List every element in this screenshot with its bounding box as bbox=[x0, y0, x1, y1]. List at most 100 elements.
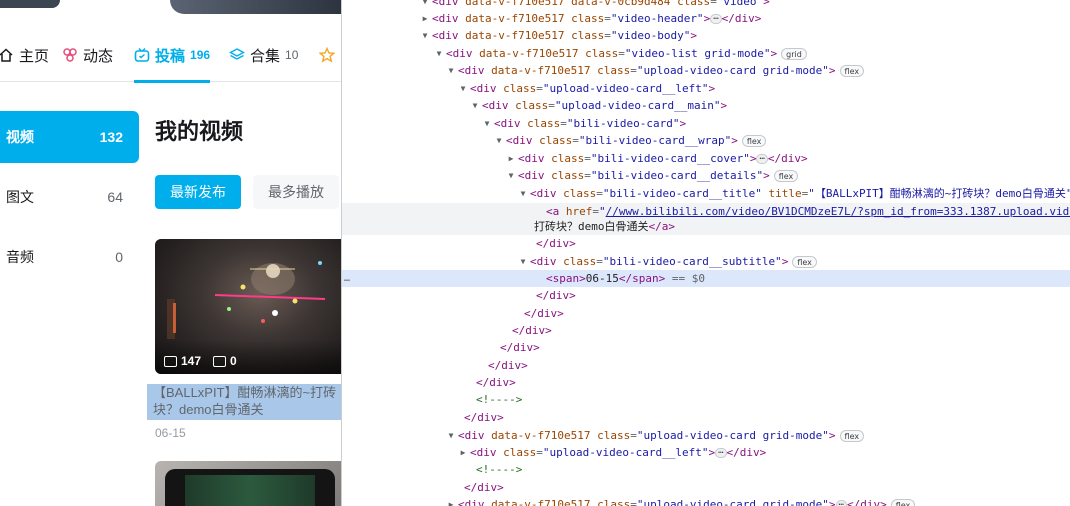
dom-node-line[interactable]: <!----> bbox=[342, 391, 1070, 408]
expand-arrow-icon[interactable]: ▼ bbox=[446, 427, 456, 444]
dom-node-line[interactable]: ▼ <div data-v-f710e517 class="upload-vide… bbox=[342, 427, 1070, 444]
layout-badge[interactable]: flex bbox=[792, 256, 817, 268]
dom-node-line[interactable]: </div> bbox=[342, 322, 1070, 339]
collapsed-ellipsis[interactable]: … bbox=[835, 499, 847, 506]
tab-uploads[interactable]: 投稿 196 bbox=[134, 28, 211, 83]
dom-node-text: </div> bbox=[464, 481, 504, 494]
dom-node-line[interactable]: ▼ <div data-v-f710e517 data-v-0cb9d484 cl… bbox=[342, 0, 1070, 10]
dom-node-line[interactable]: ▼ <div data-v-f710e517 class="video-body"… bbox=[342, 27, 1070, 44]
sidebar-item-label: 音频 bbox=[6, 249, 34, 265]
dom-node-line[interactable]: </div> bbox=[342, 479, 1070, 496]
tab-home[interactable]: 主页 bbox=[0, 28, 49, 82]
collapsed-ellipsis[interactable]: … bbox=[756, 153, 768, 164]
sidebar-item-video[interactable]: 视频 132 bbox=[0, 111, 139, 163]
dom-node-line[interactable]: </div> bbox=[342, 235, 1070, 252]
sidebar-item-article[interactable]: 图文 64 bbox=[0, 171, 139, 223]
dom-node-line[interactable]: ▼ <div class="bili-video-card__title" tit… bbox=[342, 185, 1070, 202]
layout-badge[interactable]: flex bbox=[741, 135, 767, 147]
dom-node-text: 打砖块？demo白骨通关</a> bbox=[534, 220, 675, 233]
dom-node-text: <div class="upload-video-card__left"> bbox=[470, 82, 716, 95]
expand-arrow-icon[interactable]: ▼ bbox=[494, 132, 504, 149]
dom-node-line[interactable]: ▶ <div class="bili-video-card__cover">… </… bbox=[342, 150, 1070, 167]
dom-node-line[interactable]: ▼ <div class="upload-video-card__main"> bbox=[342, 97, 1070, 114]
expand-arrow-icon[interactable]: ▼ bbox=[518, 185, 528, 202]
dom-node-text: </div> bbox=[488, 359, 528, 372]
dom-node-line[interactable]: </div> bbox=[342, 409, 1070, 426]
dom-node-line[interactable]: ▼ <div class="bili-video-card"> bbox=[342, 115, 1070, 132]
tab-label: 动态 bbox=[83, 47, 114, 65]
dom-node-text: <div data-v-f710e517 class="upload-video… bbox=[458, 496, 916, 506]
collapse-arrow-icon[interactable]: ▶ bbox=[458, 444, 468, 461]
dom-node-selected[interactable]: … <span>06-15</span> == $0 bbox=[342, 270, 1070, 287]
phone-screen-image bbox=[185, 475, 315, 506]
expand-arrow-icon[interactable]: ▼ bbox=[420, 0, 430, 10]
expand-arrow-icon[interactable]: ▼ bbox=[446, 62, 456, 79]
avatar-edge bbox=[0, 0, 60, 8]
dom-node-line[interactable]: ▼ <div data-v-f710e517 class="video-list … bbox=[342, 45, 1070, 62]
collapsed-ellipsis[interactable]: … bbox=[710, 13, 722, 24]
dom-node-text: <div data-v-f710e517 data-v-0cb9d484 cla… bbox=[432, 0, 770, 8]
dom-node-line[interactable]: ▼ <div class="bili-video-card__wrap"> flex bbox=[342, 132, 1070, 149]
expand-arrow-icon[interactable]: ▼ bbox=[518, 253, 528, 270]
expand-arrow-icon[interactable]: ▼ bbox=[506, 167, 516, 184]
collapse-arrow-icon[interactable]: ▶ bbox=[506, 150, 516, 167]
tab-label: 主页 bbox=[19, 47, 50, 65]
dom-node-text: <!----> bbox=[476, 463, 523, 476]
bilibili-profile-page: 主页 动态 投稿 196 合集 10 视频 132 图文 64 音频 0 我的视… bbox=[0, 0, 341, 506]
expand-arrow-icon[interactable]: ▼ bbox=[420, 27, 430, 44]
more-options-icon[interactable]: … bbox=[344, 270, 350, 287]
dom-node-text: </div> bbox=[536, 289, 576, 302]
page-title: 我的视频 bbox=[155, 119, 244, 144]
video-cover[interactable]: 147 0 bbox=[155, 239, 341, 374]
expand-arrow-icon[interactable]: ▼ bbox=[482, 115, 492, 132]
dom-node-text: <div data-v-f710e517 class="video-body"> bbox=[432, 29, 697, 42]
video-cover-2[interactable] bbox=[155, 461, 341, 506]
dom-node-line[interactable]: </div> bbox=[342, 339, 1070, 356]
layout-badge[interactable]: flex bbox=[839, 430, 865, 442]
dom-node-text: <div data-v-f710e517 class="upload-video… bbox=[458, 427, 865, 444]
dom-node-text: </div> bbox=[476, 376, 516, 389]
dom-node-line[interactable]: </div> bbox=[342, 305, 1070, 322]
dom-node-text: <div class="bili-video-card__details"> fl… bbox=[518, 167, 799, 184]
dom-node-line[interactable]: ▶ <div class="upload-video-card__left">… <… bbox=[342, 444, 1070, 461]
dom-node-text: </div> bbox=[524, 307, 564, 320]
dom-node-line[interactable]: ▼ <div data-v-f710e517 class="upload-vide… bbox=[342, 62, 1070, 79]
dom-node-line[interactable]: 打砖块？demo白骨通关</a> bbox=[342, 218, 1070, 235]
comment-count: 0 bbox=[213, 354, 237, 368]
layout-badge[interactable]: grid bbox=[781, 48, 807, 60]
expand-arrow-icon[interactable]: ▼ bbox=[458, 80, 468, 97]
layout-badge[interactable]: flex bbox=[773, 170, 799, 182]
dom-node-line[interactable]: ▼ <div class="upload-video-card__left"> bbox=[342, 80, 1070, 97]
tab-count: 196 bbox=[190, 48, 211, 62]
collapse-arrow-icon[interactable]: ▶ bbox=[420, 10, 430, 27]
dom-node-line[interactable]: </div> bbox=[342, 287, 1070, 304]
sort-latest-button[interactable]: 最新发布 bbox=[155, 175, 241, 209]
tab-favorites[interactable] bbox=[319, 28, 340, 82]
dom-node-line[interactable]: ▼ <div class="bili-video-card__subtitle">… bbox=[342, 253, 1070, 270]
dom-node-line[interactable]: ▼ <div class="bili-video-card__details"> f… bbox=[342, 167, 1070, 184]
layout-badge[interactable]: flex bbox=[839, 65, 865, 77]
expand-arrow-icon[interactable]: ▼ bbox=[470, 97, 480, 114]
dom-node-text: <!----> bbox=[476, 393, 523, 406]
dom-node-line[interactable]: </div> bbox=[342, 357, 1070, 374]
collapse-arrow-icon[interactable]: ▶ bbox=[446, 496, 456, 506]
sidebar-item-audio[interactable]: 音频 0 bbox=[0, 231, 139, 283]
sort-most-played-button[interactable]: 最多播放 bbox=[253, 175, 339, 209]
dom-node-text: <div class="bili-video-card"> bbox=[494, 117, 687, 130]
expand-arrow-icon[interactable]: ▼ bbox=[434, 45, 444, 62]
tab-collections[interactable]: 合集 10 bbox=[229, 28, 298, 82]
comment-icon bbox=[213, 355, 226, 367]
tv-icon bbox=[134, 47, 150, 62]
dom-node-line[interactable]: <!----> bbox=[342, 461, 1070, 478]
dom-node-text: <div class="bili-video-card__cover">… </d… bbox=[518, 152, 808, 165]
dom-node-text: <div data-v-f710e517 class="upload-video… bbox=[458, 62, 865, 79]
layout-badge[interactable]: flex bbox=[890, 499, 916, 506]
play-icon bbox=[164, 355, 177, 367]
collapsed-ellipsis[interactable]: … bbox=[715, 447, 727, 458]
dom-node-text: <div class="bili-video-card__subtitle"> f… bbox=[530, 253, 817, 270]
video-title-link[interactable]: 【BALLxPIT】酣畅淋漓的~打砖块？demo白骨通关 bbox=[147, 384, 341, 420]
dom-node-line[interactable]: ▶ <div data-v-f710e517 class="video-heade… bbox=[342, 10, 1070, 27]
dom-node-line[interactable]: </div> bbox=[342, 374, 1070, 391]
dom-node-line[interactable]: ▶ <div data-v-f710e517 class="upload-vide… bbox=[342, 496, 1070, 506]
tab-dynamic[interactable]: 动态 bbox=[62, 28, 113, 82]
